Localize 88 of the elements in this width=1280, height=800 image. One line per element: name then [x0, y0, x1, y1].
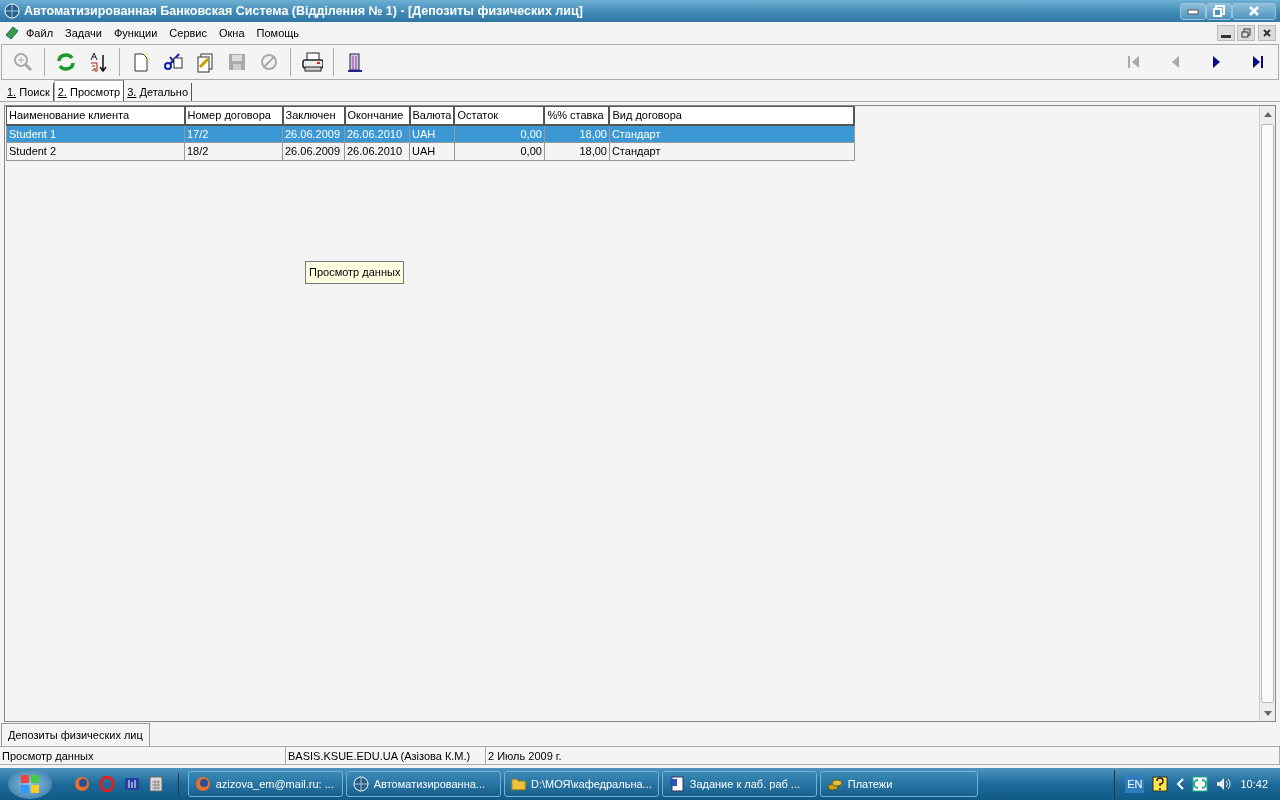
first-record-icon: [1127, 54, 1141, 70]
column-header[interactable]: Валюта: [409, 106, 455, 125]
document-tab[interactable]: Депозиты физических лиц: [1, 722, 150, 746]
column-header[interactable]: Остаток: [454, 106, 545, 125]
prohibited-icon: [258, 51, 280, 73]
help-icon[interactable]: [1152, 776, 1169, 792]
column-header[interactable]: Наименование клиента: [6, 106, 185, 125]
firefox-icon: [74, 776, 90, 792]
menu-item[interactable]: Помощь: [250, 24, 306, 42]
table-cell: 18,00: [579, 145, 607, 158]
table-cell: Стандарт: [611, 145, 661, 158]
printer-icon: [301, 51, 323, 73]
scissors-icon: [162, 51, 184, 73]
status-text: 2 Июль 2009 г.: [486, 747, 1280, 764]
menu-item[interactable]: Задачи: [59, 24, 108, 42]
table-cell: UAH: [412, 127, 436, 140]
restore-icon: [1213, 5, 1225, 17]
table-cell: Student 1: [9, 127, 57, 140]
close-button[interactable]: [1232, 2, 1276, 20]
tab[interactable]: 3. Детально: [124, 82, 193, 101]
taskbar-button[interactable]: Задание к лаб. раб ...: [661, 771, 817, 797]
table-cell: 18/2: [187, 145, 209, 158]
language-indicator[interactable]: EN: [1125, 774, 1145, 794]
windows-logo-icon: [20, 774, 40, 794]
table-cell: 26.06.2010: [347, 127, 403, 140]
speaker-icon[interactable]: [1216, 776, 1233, 792]
firefox-icon: [194, 776, 211, 792]
zoom-icon: [12, 51, 34, 73]
table-cell: 26.06.2010: [347, 145, 403, 158]
table-cell: 0,00: [520, 127, 542, 140]
mdi-close-button[interactable]: [1258, 25, 1276, 41]
restore-icon: [1240, 27, 1253, 39]
word-document-icon: [668, 776, 685, 792]
table-row[interactable]: Student 2 18/2 26.06.2009 26.06.2010 UAH 0,00 18,00 Стандарт: [6, 142, 855, 161]
status-text: Просмотр данных: [0, 747, 286, 764]
globe-icon: [352, 776, 369, 792]
menu-item[interactable]: Файл: [20, 24, 60, 42]
opera-icon: [98, 776, 115, 792]
table-cell: Student 2: [9, 145, 57, 158]
close-icon: [1248, 5, 1260, 17]
mdi-restore-button[interactable]: [1237, 25, 1256, 41]
globe-icon: [4, 3, 20, 19]
coins-icon: [826, 776, 843, 792]
clock: 10:42: [1240, 776, 1268, 792]
calculator-icon: [148, 776, 165, 792]
app-icon: [4, 25, 20, 41]
column-header[interactable]: Заключен: [282, 106, 345, 125]
table-cell: UAH: [412, 145, 436, 158]
column-header[interactable]: %% ставка: [544, 106, 610, 125]
chevron-left-icon[interactable]: [1176, 778, 1185, 790]
table-cell: 26.06.2009: [285, 145, 341, 158]
scroll-up-icon[interactable]: [1263, 111, 1272, 117]
column-header[interactable]: Вид договора: [609, 106, 855, 125]
document-edit-icon: [194, 51, 216, 73]
minimize-icon: [1220, 35, 1231, 38]
last-record-icon: [1250, 54, 1264, 70]
table-cell: 17/2: [187, 127, 209, 140]
folder-icon: [510, 776, 526, 792]
minimize-button[interactable]: [1180, 2, 1206, 20]
close-icon: [1261, 27, 1273, 39]
scroll-thumb[interactable]: [1261, 124, 1274, 703]
minimize-icon: [1187, 7, 1199, 15]
scrollbar[interactable]: [1259, 106, 1275, 721]
start-button[interactable]: [8, 769, 52, 799]
taskbar-button[interactable]: Автоматизированна...: [345, 771, 501, 797]
scroll-down-icon[interactable]: [1263, 710, 1272, 716]
table-cell: 0,00: [520, 145, 542, 158]
window-title: Автоматизированная Банковская Система (Відділення № 1) - [Депозиты физических лиц]: [24, 2, 584, 20]
table-cell: 18,00: [579, 127, 607, 140]
taskbar-button[interactable]: Платежи: [819, 771, 978, 797]
media-player-icon: [123, 776, 140, 792]
refresh-icon: [55, 51, 77, 73]
table-cell: Стандарт: [611, 127, 661, 140]
table-cell: 26.06.2009: [285, 127, 341, 140]
menu-item[interactable]: Функции: [108, 24, 164, 42]
column-header[interactable]: Окончание: [344, 106, 410, 125]
tooltip: Просмотр данных: [305, 261, 405, 284]
restore-button[interactable]: [1206, 2, 1232, 20]
tab[interactable]: 1. Поиск: [4, 82, 54, 101]
column-header[interactable]: Номер договора: [184, 106, 283, 125]
menu-item[interactable]: Окна: [213, 24, 251, 42]
status-text: BASIS.KSUE.EDU.UA (Азізова К.М.): [286, 747, 486, 764]
sort-icon: [87, 51, 109, 73]
mdi-minimize-button[interactable]: [1216, 25, 1235, 41]
taskbar-button[interactable]: azizova_em@mail.ru: ...: [187, 771, 343, 797]
network-icon[interactable]: [1192, 776, 1209, 792]
taskbar-button[interactable]: D:\МОЯ\кафедральна...: [503, 771, 659, 797]
menu-item[interactable]: Сервис: [163, 24, 213, 42]
